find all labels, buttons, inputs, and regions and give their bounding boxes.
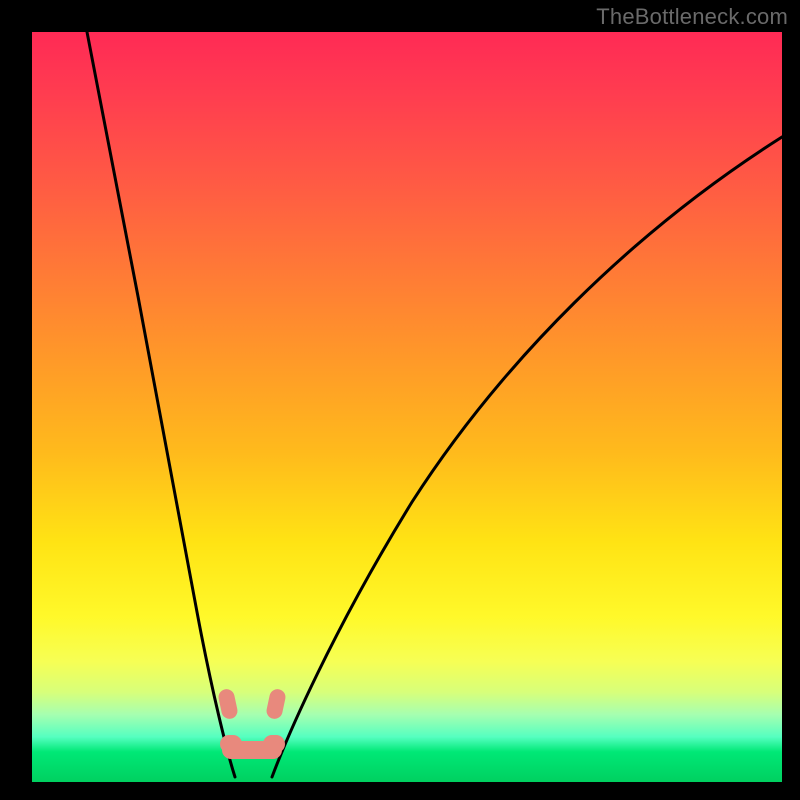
bottom-bar bbox=[222, 741, 282, 759]
watermark-text: TheBottleneck.com bbox=[596, 4, 788, 30]
right-branch-curve bbox=[272, 137, 782, 777]
plot-area bbox=[32, 32, 782, 782]
outer-frame: TheBottleneck.com bbox=[0, 0, 800, 800]
curve-layer bbox=[32, 32, 782, 782]
left-branch-curve bbox=[87, 32, 235, 777]
